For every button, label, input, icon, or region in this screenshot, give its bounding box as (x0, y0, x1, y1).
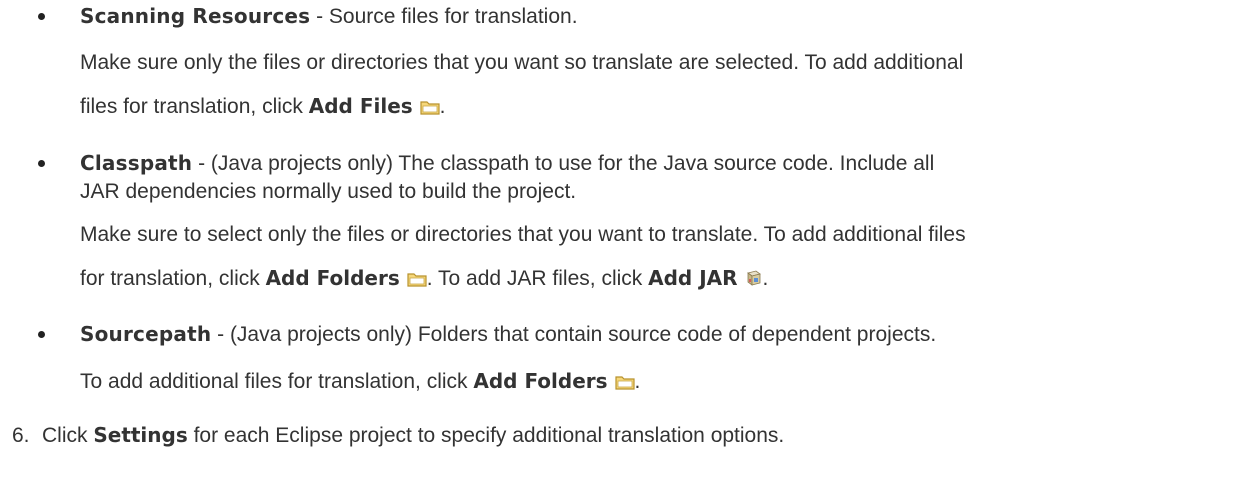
folder-icon (407, 269, 427, 293)
list-item-classpath: Classpath - (Java projects only) The cla… (80, 151, 934, 176)
paragraph-text: To add additional files for translation,… (80, 369, 640, 396)
settings-label: Settings (93, 423, 188, 447)
term-description: - (Java projects only) Folders that cont… (211, 323, 937, 346)
folder-icon (614, 372, 635, 396)
term-scanning-resources: Scanning Resources (80, 4, 311, 28)
paragraph-text: for translation, click Add Folders . To … (80, 266, 768, 293)
add-jar-label: Add JAR (648, 266, 738, 290)
bullet-marker (38, 160, 45, 167)
paragraph-text: Make sure to select only the files or di… (80, 223, 966, 246)
add-folders-label: Add Folders (265, 266, 400, 290)
step-6: 6. Click Settings for each Eclipse projec… (12, 423, 785, 447)
bullet-marker (38, 331, 45, 338)
add-folders-label: Add Folders (473, 369, 608, 393)
add-files-label: Add Files (308, 94, 413, 118)
bullet-marker (38, 13, 45, 20)
term-description: - (Java projects only) The classpath to … (192, 152, 935, 175)
paragraph-text: JAR dependencies normally used to build … (80, 180, 577, 203)
jar-icon (745, 269, 763, 293)
term-description: - Source files for translation. (310, 5, 578, 28)
folder-icon (420, 97, 440, 121)
list-item-sourcepath: Sourcepath - (Java projects only) Folder… (80, 322, 936, 347)
step-number: 6. (12, 424, 30, 447)
term-classpath: Classpath (80, 151, 193, 175)
term-sourcepath: Sourcepath (80, 322, 212, 346)
paragraph-text: files for translation, click Add Files . (80, 94, 446, 121)
document-page: Scanning Resources - Source files for tr… (0, 0, 1242, 494)
paragraph-text: Make sure only the files or directories … (80, 51, 964, 74)
list-item-scanning-resources: Scanning Resources - Source files for tr… (80, 4, 578, 29)
